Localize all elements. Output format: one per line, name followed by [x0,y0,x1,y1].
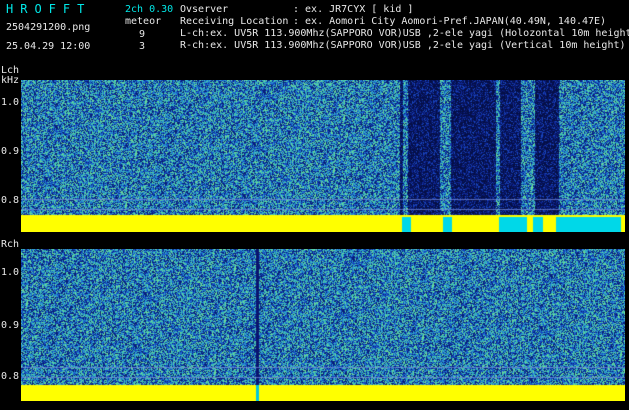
rch-meteor-count: 3 [139,41,146,52]
location-value: : ex. Aomori City Aomori-Pref.JAPAN(40.4… [293,16,607,27]
location-label: Receiving Location [180,16,289,27]
lch-freq-tick: 0.9 [1,146,20,157]
lch-equipment: L-ch:ex. UV5R 113.900Mhz(SAPPORO VOR)USB… [180,28,629,39]
filename: 2504291200.png [6,22,91,33]
rch-freq-tick: 1.0 [1,267,20,278]
lch-meteor-count: 9 [139,29,146,40]
rch-freq-tick: 0.8 [1,371,20,382]
brand-title: HROFFT [6,2,92,16]
lch-spectrogram [21,80,625,232]
datetime: 25.04.29 12:00 [6,41,91,52]
observer-value: : ex. JR7CYX [ kid ] [293,4,414,15]
lch-freq-tick: 0.8 [1,195,20,206]
lch-unit: kHz [1,75,20,86]
channel-info: 2ch 0.30 [125,4,174,15]
rch-freq-tick: 0.9 [1,320,20,331]
lch-freq-tick: 1.0 [1,97,20,108]
rch-spectrogram [21,249,625,401]
observer-label: Ovserver [180,4,229,15]
mode-label: meteor [125,16,162,27]
rch-equipment: R-ch:ex. UV5R 113.900Mhz(SAPPORO VOR)USB… [180,40,626,51]
rch-label: Rch [1,239,20,250]
